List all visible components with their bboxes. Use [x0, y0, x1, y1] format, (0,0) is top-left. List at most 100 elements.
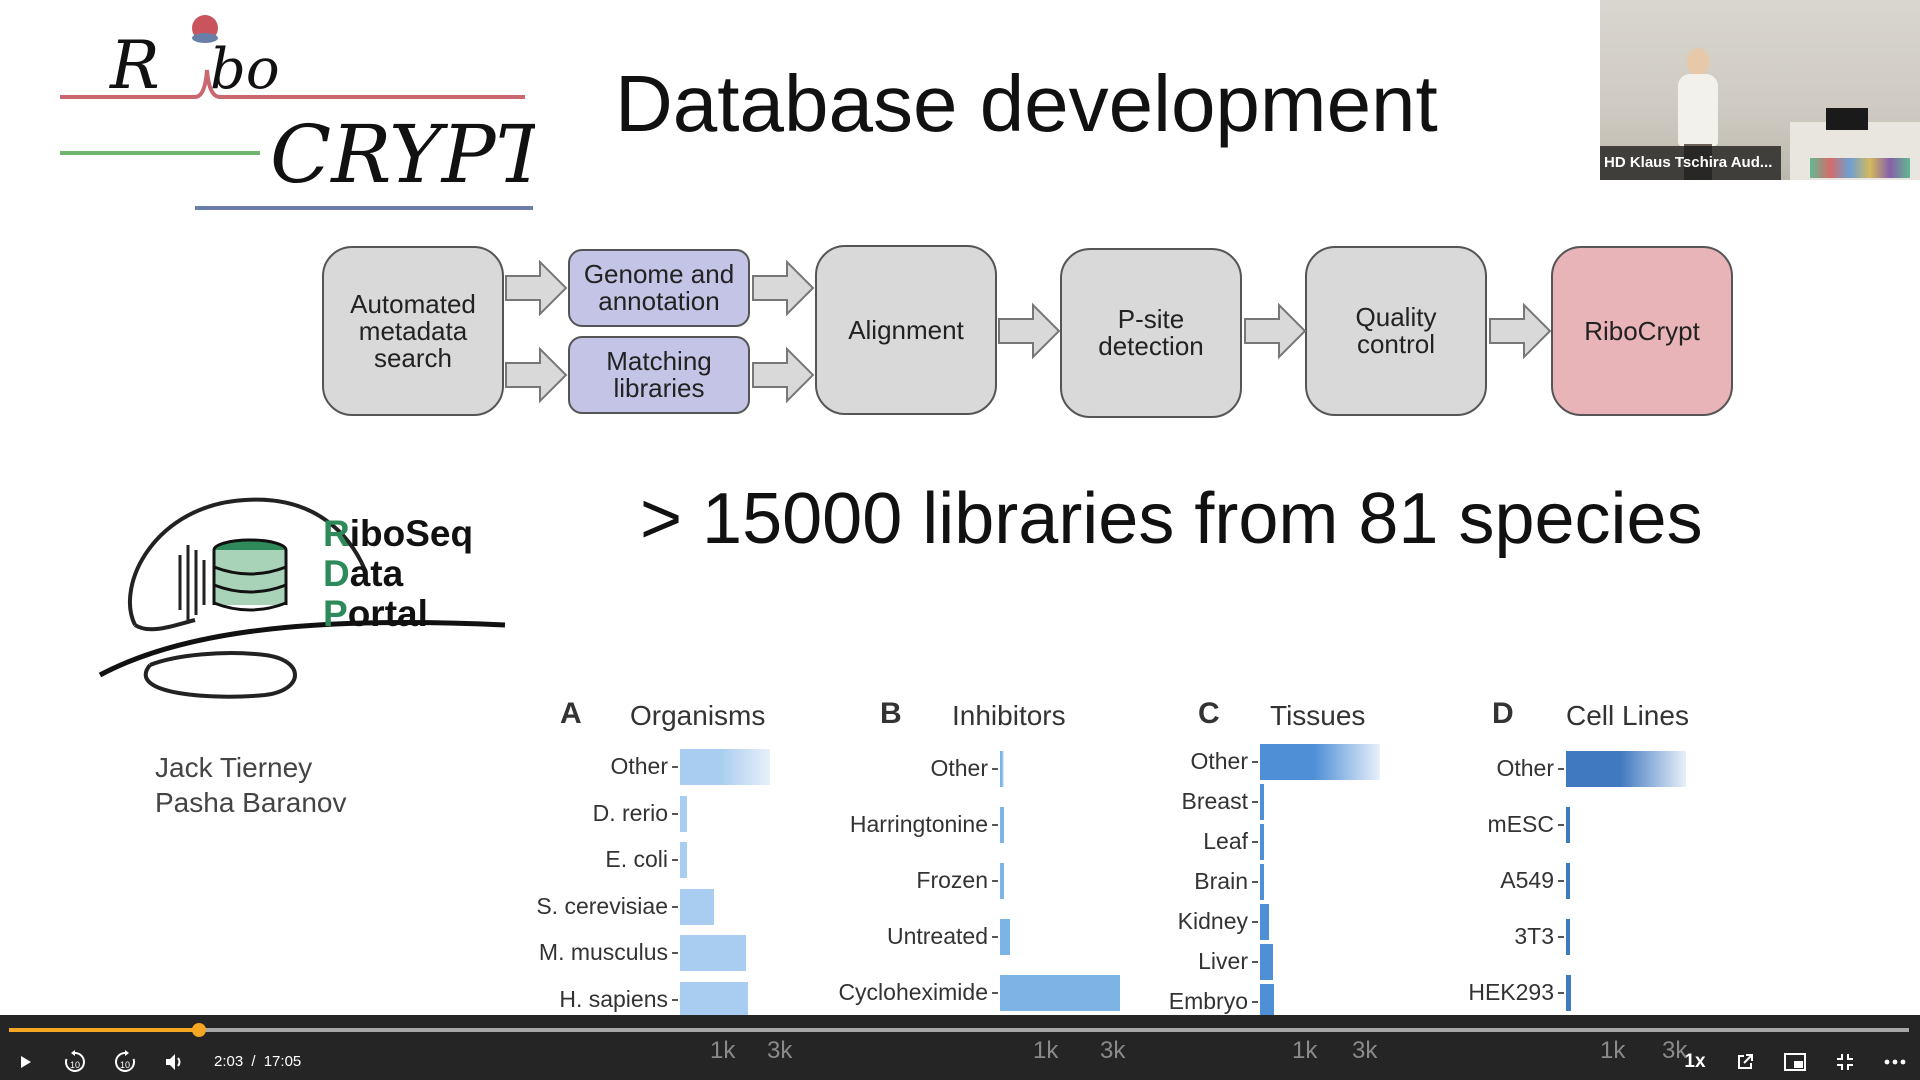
chart-bar [680, 749, 770, 785]
duration: 17:05 [263, 1053, 302, 1070]
projector-strip [1810, 158, 1910, 178]
forward-10-button[interactable]: 10 [110, 1048, 140, 1076]
svg-text:bo: bo [210, 37, 280, 102]
progress-bar[interactable] [9, 1023, 1909, 1037]
webcam-label: HD Klaus Tschira Aud... [1600, 146, 1781, 180]
chart-bar [1000, 863, 1005, 899]
chart-tick-mark [1252, 801, 1258, 803]
pipeline-step-matching: Matching libraries [568, 336, 750, 414]
chart-tick-mark [1558, 880, 1564, 882]
pipeline-step-genome: Genome and annotation [568, 249, 750, 327]
chart-category-label: mESC [1487, 811, 1554, 837]
laptop [1826, 108, 1868, 130]
play-icon [21, 1056, 31, 1068]
chart-category-label: Breast [1181, 788, 1248, 814]
chart-panel-letter: D [1492, 697, 1514, 730]
chart-bar [1260, 824, 1264, 860]
chart-category-label: Frozen [916, 867, 988, 893]
speaker-webcam[interactable]: HD Klaus Tschira Aud... [1600, 0, 1920, 180]
arrow-icon [505, 259, 568, 317]
picture-in-picture-icon [1784, 1053, 1806, 1071]
chart-bar [1000, 919, 1011, 955]
chart-bar [1260, 904, 1269, 940]
player-control-bar [0, 1015, 1920, 1080]
chart-tick-mark [1252, 841, 1258, 843]
chart-tick-mark [1252, 881, 1258, 883]
arrow-icon [752, 346, 815, 404]
chart-x-tick-label: 3k [767, 1037, 793, 1064]
chart-tick-mark [992, 880, 998, 882]
chart-bar [1260, 944, 1273, 980]
time-display: 2:03 / 17:05 [214, 1053, 301, 1070]
chart-tick-mark [992, 768, 998, 770]
chart-bar [680, 842, 687, 878]
picture-in-picture-button[interactable] [1780, 1048, 1810, 1076]
svg-text:10: 10 [70, 1060, 80, 1070]
chart-title: Cell Lines [1566, 700, 1689, 731]
authors: Jack Tierney Pasha Baranov [155, 750, 346, 820]
chart-x-tick-label: 3k [1352, 1037, 1378, 1064]
forward-10-icon: 10 [115, 1050, 135, 1072]
chart-bar [1260, 744, 1380, 780]
pipeline-step-alignment: Alignment [815, 245, 997, 415]
chart-tick-mark [1558, 824, 1564, 826]
chart-category-label: E. coli [605, 846, 668, 872]
chart-bar [680, 935, 746, 971]
popout-button[interactable] [1730, 1048, 1760, 1076]
chart-category-label: Other [1496, 755, 1554, 781]
chart-tick-mark [1252, 921, 1258, 923]
chart-x-tick-label: 3k [1662, 1037, 1688, 1064]
progress-fill [9, 1028, 199, 1032]
svg-text:R: R [109, 27, 160, 104]
chart-bar [1000, 975, 1120, 1011]
arrow-icon [1489, 302, 1552, 360]
chart-x-tick-label: 1k [710, 1037, 736, 1064]
chart-bar [680, 981, 748, 1015]
chart-bar [1566, 975, 1572, 1011]
speaker-body [1678, 74, 1718, 146]
chart-x-tick-label: 1k [1292, 1037, 1318, 1064]
chart-category-label: HEK293 [1468, 979, 1554, 1005]
more-options-button[interactable] [1880, 1048, 1910, 1076]
chart-category-label: Brain [1194, 868, 1248, 894]
rewind-10-icon: 10 [65, 1050, 85, 1072]
arrow-icon [505, 346, 568, 404]
slide-title: Database development [615, 59, 1438, 148]
arrow-icon [1244, 302, 1307, 360]
chart-category-label: Untreated [886, 923, 988, 949]
chart-title: Organisms [630, 700, 766, 731]
chart-category-label: M. musculus [538, 939, 668, 965]
progress-handle[interactable] [192, 1023, 206, 1037]
exit-fullscreen-icon [1837, 1054, 1853, 1070]
volume-icon [166, 1054, 181, 1070]
chart-title: Tissues [1270, 700, 1366, 731]
volume-button[interactable] [160, 1048, 190, 1076]
chart-category-label: S. cerevisiae [536, 892, 668, 919]
chart-bar [1566, 751, 1686, 787]
exit-fullscreen-button[interactable] [1830, 1048, 1860, 1076]
rewind-10-button[interactable]: 10 [60, 1048, 90, 1076]
chart-panel-letter: C [1198, 697, 1220, 730]
chart-category-label: A549 [1500, 867, 1554, 893]
chart-bar [680, 888, 714, 925]
chart-category-label: Leaf [1203, 828, 1248, 854]
pipeline-step-ribocrypt: RiboCrypt [1551, 246, 1733, 416]
play-button[interactable] [10, 1048, 40, 1076]
chart-tick-mark [1558, 936, 1564, 938]
chart-tick-mark [672, 905, 678, 908]
arrow-icon [752, 259, 815, 317]
riboseq-portal-name: RiboSeq Data Portal [323, 513, 474, 634]
popout-icon [1738, 1054, 1753, 1069]
pipeline-step-qc: Quality control [1305, 246, 1487, 416]
chart-category-label: Kidney [1177, 908, 1248, 934]
chart-bar [1566, 807, 1570, 843]
chart-bar [1260, 984, 1274, 1015]
chart-tick-mark [672, 812, 678, 815]
svg-text:10: 10 [120, 1060, 130, 1070]
chart-category-label: Other [930, 755, 988, 781]
chart-tick-mark [1252, 961, 1258, 963]
chart-tick-mark [1558, 768, 1564, 770]
library-count-headline: > 15000 libraries from 81 species [640, 479, 1703, 559]
chart-tick-mark [992, 824, 998, 826]
chart-bar [680, 795, 687, 832]
